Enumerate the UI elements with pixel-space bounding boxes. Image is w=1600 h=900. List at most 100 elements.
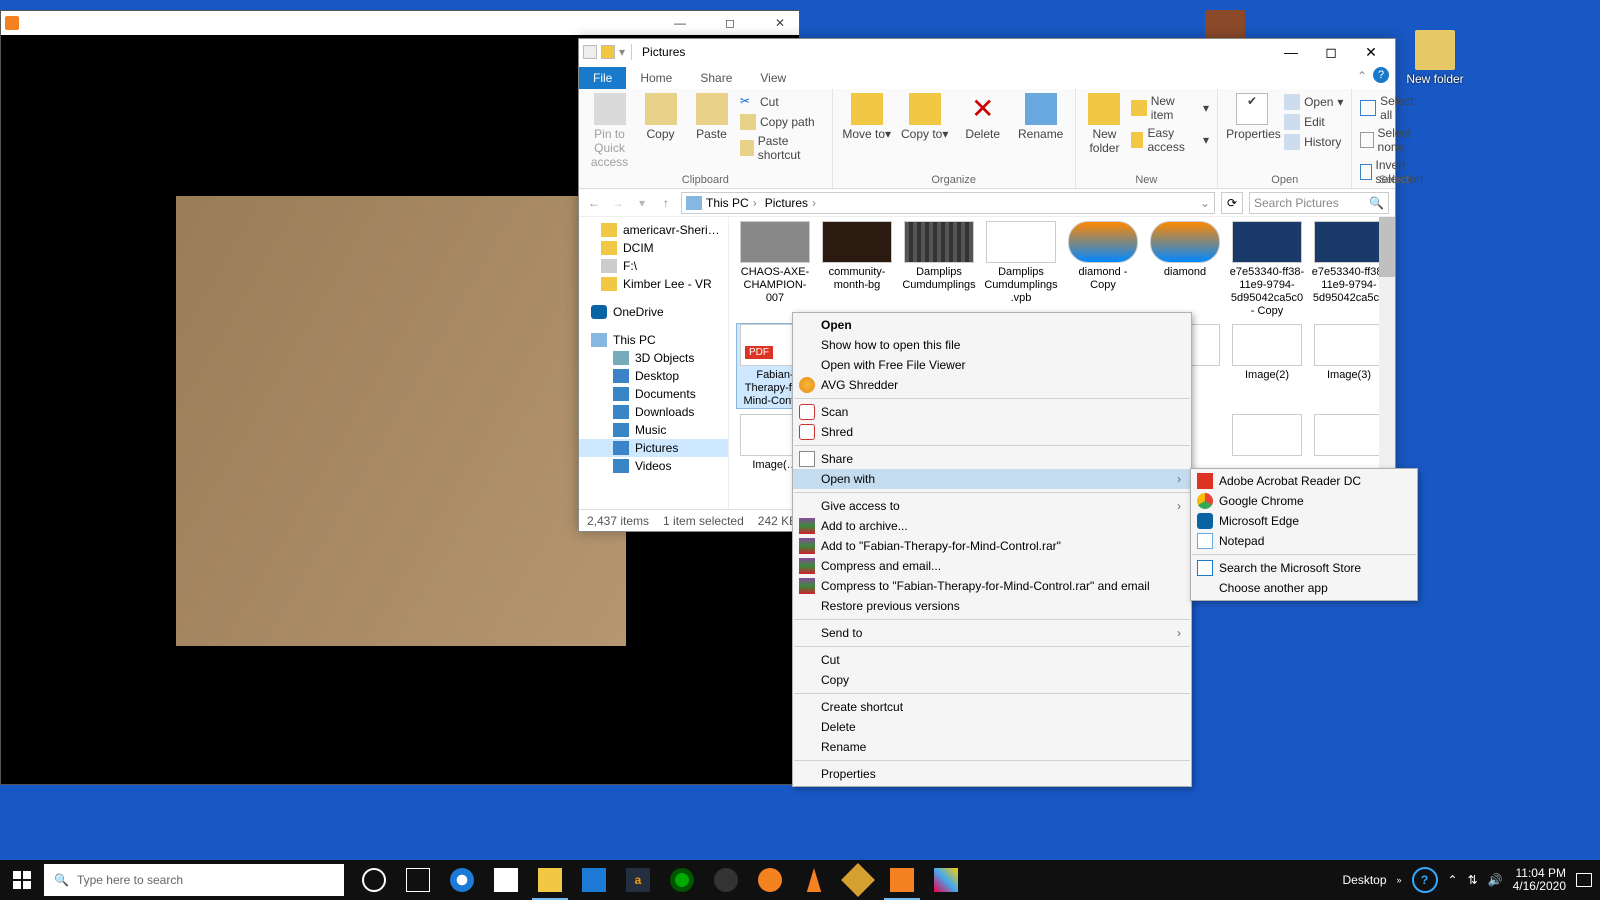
openwith-edge[interactable]: Microsoft Edge <box>1191 511 1417 531</box>
new-folder-button[interactable]: New folder <box>1084 93 1126 155</box>
file-item[interactable]: Image(3) <box>1311 324 1387 408</box>
ctx-add-archive[interactable]: Add to archive... <box>793 516 1191 536</box>
ctx-share[interactable]: Share <box>793 449 1191 469</box>
taskbar-vlc[interactable] <box>792 860 836 900</box>
tree-item[interactable]: F:\ <box>579 257 728 275</box>
maximize-button[interactable]: ◻ <box>1311 39 1351 65</box>
taskbar-app[interactable] <box>704 860 748 900</box>
taskbar-app[interactable] <box>660 860 704 900</box>
ctx-scan[interactable]: Scan <box>793 402 1191 422</box>
taskbar-search[interactable]: 🔍Type here to search <box>44 864 344 896</box>
recent-dropdown[interactable]: ▾ <box>633 196 651 210</box>
taskview-button[interactable] <box>396 860 440 900</box>
qat-folder-icon[interactable] <box>601 45 615 59</box>
toolbar-chevrons-icon[interactable]: » <box>1397 875 1402 885</box>
ctx-give-access[interactable]: Give access to› <box>793 496 1191 516</box>
file-item[interactable]: Image(2) <box>1229 324 1305 408</box>
tree-item[interactable]: Kimber Lee - VR <box>579 275 728 293</box>
select-all-button[interactable]: Select all <box>1360 93 1427 123</box>
cortana-circle-icon[interactable]: ? <box>1412 867 1438 893</box>
cut-button[interactable]: ✂Cut <box>740 93 824 111</box>
taskbar-paint[interactable] <box>924 860 968 900</box>
network-icon[interactable]: ⇅ <box>1468 873 1478 887</box>
taskbar-app[interactable] <box>748 860 792 900</box>
copy-path-button[interactable]: Copy path <box>740 113 824 131</box>
file-item[interactable]: diamond - Copy <box>1065 221 1141 318</box>
ctx-open-free-viewer[interactable]: Open with Free File Viewer <box>793 355 1191 375</box>
up-button[interactable]: ↑ <box>657 196 675 210</box>
openwith-chrome[interactable]: Google Chrome <box>1191 491 1417 511</box>
ctx-copy[interactable]: Copy <box>793 670 1191 690</box>
file-item[interactable]: Damplips Cumdumplings.vpb <box>983 221 1059 318</box>
file-item[interactable]: e7e53340-ff38-11e9-9794-5d95042ca5c0 - C… <box>1229 221 1305 318</box>
taskbar-mediaplayer[interactable] <box>880 860 924 900</box>
scrollbar[interactable] <box>1379 217 1395 509</box>
start-button[interactable] <box>0 860 44 900</box>
properties-button[interactable]: ✔Properties <box>1226 93 1278 141</box>
cortana-button[interactable] <box>352 860 396 900</box>
history-button[interactable]: History <box>1284 133 1343 151</box>
file-item[interactable] <box>1311 414 1387 472</box>
paste-shortcut-button[interactable]: Paste shortcut <box>740 133 824 163</box>
qat-dropdown-icon[interactable]: ▾ <box>619 45 625 59</box>
address-bar[interactable]: This PC Pictures ⌄ <box>681 192 1215 214</box>
close-button[interactable]: ✕ <box>1351 39 1391 65</box>
taskbar-edge[interactable] <box>440 860 484 900</box>
ctx-properties[interactable]: Properties <box>793 764 1191 784</box>
tab-file[interactable]: File <box>579 67 626 89</box>
copy-to-button[interactable]: Copy to▾ <box>899 93 951 141</box>
tree-item[interactable]: americavr-Sheri… <box>579 221 728 239</box>
file-item[interactable]: CHAOS-AXE-CHAMPION-007 <box>737 221 813 318</box>
volume-icon[interactable]: 🔊 <box>1488 873 1503 887</box>
crumb-pictures[interactable]: Pictures <box>765 196 820 210</box>
qat-explorer-icon[interactable] <box>583 45 597 59</box>
new-item-button[interactable]: New item ▾ <box>1131 93 1209 123</box>
ctx-restore[interactable]: Restore previous versions <box>793 596 1191 616</box>
file-item[interactable]: e7e53340-ff38-11e9-9794-5d95042ca5c0 <box>1311 221 1387 318</box>
close-button[interactable]: ✕ <box>765 16 795 30</box>
taskbar-mail[interactable] <box>572 860 616 900</box>
file-item[interactable] <box>1229 414 1305 472</box>
ctx-open-with[interactable]: Open with› <box>793 469 1191 489</box>
tab-view[interactable]: View <box>746 67 800 89</box>
openwith-choose[interactable]: Choose another app <box>1191 578 1417 598</box>
back-button[interactable]: ← <box>585 196 603 210</box>
openwith-store[interactable]: Search the Microsoft Store <box>1191 558 1417 578</box>
toolbar-desktop[interactable]: Desktop <box>1342 873 1386 887</box>
minimize-button[interactable]: — <box>1271 39 1311 65</box>
help-icon[interactable]: ? <box>1373 67 1389 83</box>
pin-quick-access-button[interactable]: Pin to Quick access <box>587 93 632 169</box>
tree-onedrive[interactable]: OneDrive <box>579 303 728 321</box>
tree-3dobjects[interactable]: 3D Objects <box>579 349 728 367</box>
tree-desktop[interactable]: Desktop <box>579 367 728 385</box>
minimize-button[interactable]: — <box>665 16 695 30</box>
tree-music[interactable]: Music <box>579 421 728 439</box>
delete-button[interactable]: ✕Delete <box>957 93 1009 141</box>
crumb-thispc[interactable]: This PC <box>706 196 761 210</box>
tree-pictures[interactable]: Pictures <box>579 439 728 457</box>
taskbar-explorer[interactable] <box>528 860 572 900</box>
forward-button[interactable]: → <box>609 196 627 210</box>
ctx-show-how[interactable]: Show how to open this file <box>793 335 1191 355</box>
openwith-acrobat[interactable]: Adobe Acrobat Reader DC <box>1191 471 1417 491</box>
ctx-shred[interactable]: Shred <box>793 422 1191 442</box>
select-none-button[interactable]: Select none <box>1360 125 1427 155</box>
tree-thispc[interactable]: This PC <box>579 331 728 349</box>
collapse-ribbon-icon[interactable]: ⌃ <box>1357 69 1367 83</box>
copy-button[interactable]: Copy <box>638 93 683 141</box>
taskbar-store[interactable] <box>484 860 528 900</box>
desktop-folder[interactable]: New folder <box>1400 30 1470 86</box>
taskbar-app[interactable] <box>836 860 880 900</box>
tray-chevron-icon[interactable]: ⌃ <box>1448 873 1458 887</box>
tree-videos[interactable]: Videos <box>579 457 728 475</box>
explorer-titlebar[interactable]: ▾ Pictures — ◻ ✕ <box>579 39 1395 65</box>
paste-button[interactable]: Paste <box>689 93 734 141</box>
maximize-button[interactable]: ◻ <box>715 16 745 30</box>
search-input[interactable]: Search Pictures🔍 <box>1249 192 1389 214</box>
file-item[interactable]: diamond <box>1147 221 1223 318</box>
ctx-create-shortcut[interactable]: Create shortcut <box>793 697 1191 717</box>
tree-documents[interactable]: Documents <box>579 385 728 403</box>
ctx-open[interactable]: Open <box>793 315 1191 335</box>
taskbar-amazon[interactable]: a <box>616 860 660 900</box>
open-button[interactable]: Open ▾ <box>1284 93 1343 111</box>
